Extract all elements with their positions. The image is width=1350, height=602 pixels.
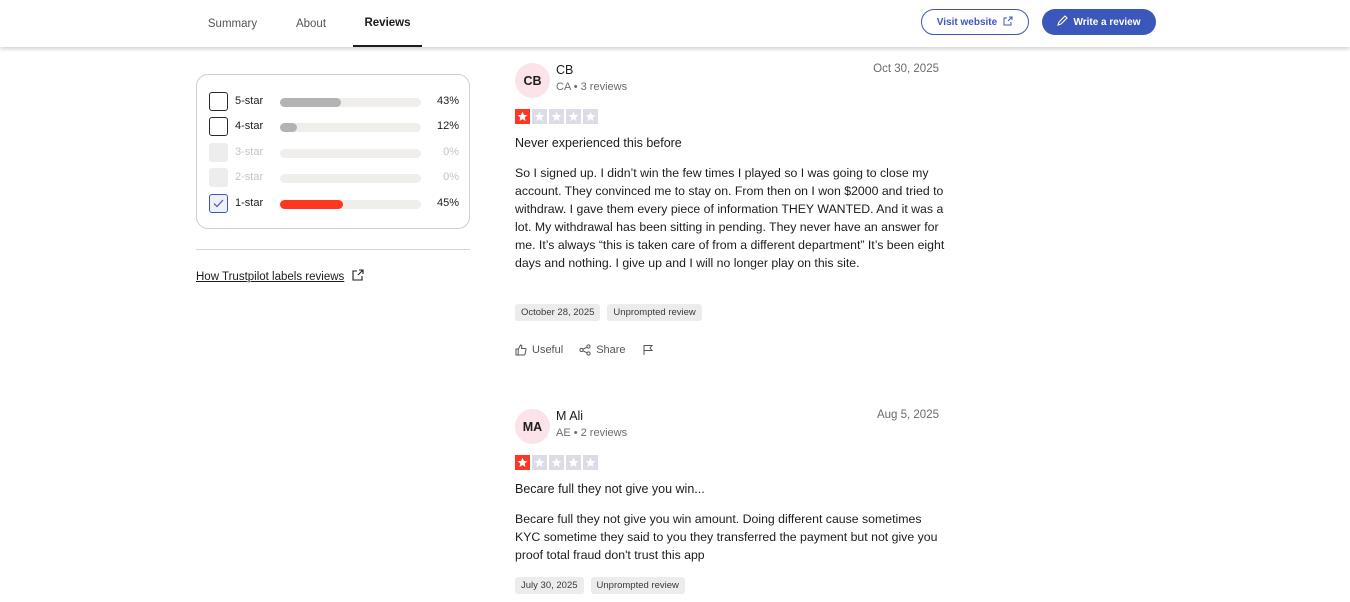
rating-bar-fill [280, 123, 297, 132]
rating-bar-track [280, 123, 421, 132]
star-rating [515, 109, 598, 124]
star-icon [566, 455, 581, 470]
rating-bar-track [280, 200, 421, 209]
checkbox-1-star[interactable] [209, 194, 228, 213]
filter-row-2-star: 2-star 0% [209, 168, 459, 188]
star-icon [583, 455, 598, 470]
review-title[interactable]: Becare full they not give you win... [515, 482, 705, 496]
write-review-button[interactable]: Write a review [1042, 9, 1156, 35]
filter-row-3-star: 3-star 0% [209, 143, 459, 163]
sidebar-divider [196, 249, 470, 250]
share-button[interactable]: Share [579, 344, 626, 356]
checkbox-2-star [209, 168, 228, 187]
star-icon [532, 455, 547, 470]
filter-row-1-star[interactable]: 1-star 45% [209, 194, 459, 214]
filter-percent: 0% [443, 171, 459, 183]
star-icon [549, 109, 564, 124]
unprompted-badge[interactable]: Unprompted review [590, 577, 685, 594]
reviewer-name[interactable]: CB [556, 63, 573, 77]
review-tags: July 30, 2025 Unprompted review [515, 577, 685, 594]
rating-bar-track [280, 174, 421, 183]
avatar[interactable]: MA [515, 409, 550, 444]
top-navigation: Summary About Reviews Visit website Writ… [0, 0, 1350, 47]
star-icon [549, 455, 564, 470]
pencil-icon [1057, 15, 1069, 29]
checkmark-icon [213, 199, 224, 208]
filter-row-5-star[interactable]: 5-star 43% [209, 92, 459, 112]
visit-website-button[interactable]: Visit website [921, 9, 1029, 35]
review-card: MA M Ali AE • 2 reviews Aug 5, 2025 Beca… [515, 409, 939, 602]
filter-label: 4-star [235, 120, 264, 132]
tab-about[interactable]: About [286, 0, 336, 47]
checkbox-3-star [209, 143, 228, 162]
report-button[interactable] [642, 344, 654, 356]
experience-date-badge: July 30, 2025 [515, 577, 584, 594]
filter-percent: 45% [436, 197, 459, 209]
rating-bar-track [280, 98, 421, 107]
reviewer-meta: CA • 3 reviews [556, 81, 628, 93]
reviewer-name[interactable]: M Ali [556, 409, 583, 423]
flag-icon [643, 345, 653, 355]
unprompted-badge[interactable]: Unprompted review [607, 304, 702, 321]
filter-label: 5-star [235, 95, 264, 107]
review-body: Becare full they not give you win amount… [515, 512, 938, 562]
checkbox-5-star[interactable] [209, 92, 228, 111]
tab-reviews[interactable]: Reviews [353, 0, 422, 47]
filter-label: 1-star [235, 197, 264, 209]
review-actions: Useful Share [515, 344, 654, 356]
star-rating [515, 455, 598, 470]
how-link-label: How Trustpilot labels reviews [196, 270, 345, 283]
avatar[interactable]: CB [515, 63, 550, 98]
review-body: So I signed up. I didn’t win the few tim… [515, 166, 945, 270]
thumbs-up-icon [515, 344, 527, 356]
external-link-icon [352, 269, 364, 284]
write-review-label: Write a review [1073, 16, 1141, 28]
experience-date-badge: October 28, 2025 [515, 304, 601, 321]
filter-label: 2-star [235, 171, 264, 183]
star-icon [566, 109, 581, 124]
useful-label: Useful [532, 344, 564, 356]
filter-label: 3-star [235, 146, 264, 158]
review-card: CB CB CA • 3 reviews Oct 30, 2025 Never … [515, 63, 944, 363]
rating-bar-track [280, 149, 421, 158]
filter-percent: 0% [443, 146, 459, 158]
review-date: Aug 5, 2025 [876, 409, 939, 421]
star-icon [515, 455, 530, 470]
rating-bar-fill [280, 98, 341, 107]
review-date: Oct 30, 2025 [873, 63, 939, 75]
review-tags: October 28, 2025 Unprompted review [515, 304, 702, 321]
review-title[interactable]: Never experienced this before [515, 136, 682, 150]
filter-percent: 12% [436, 120, 459, 132]
filter-row-4-star[interactable]: 4-star 12% [209, 117, 459, 137]
filter-percent: 43% [436, 95, 459, 107]
star-filter-panel: 5-star 43% 4-star 12% 3-star 0% 2-star 0… [196, 74, 470, 229]
how-trustpilot-labels-link[interactable]: How Trustpilot labels reviews [196, 269, 364, 284]
visit-website-label: Visit website [936, 16, 998, 28]
star-icon [532, 109, 547, 124]
star-icon [583, 109, 598, 124]
useful-button[interactable]: Useful [515, 344, 563, 356]
rating-bar-fill [280, 200, 344, 209]
tab-summary[interactable]: Summary [196, 0, 269, 47]
external-link-icon [1003, 16, 1013, 29]
checkbox-4-star[interactable] [209, 117, 228, 136]
share-icon [579, 344, 591, 356]
reviewer-meta: AE • 2 reviews [556, 427, 628, 439]
share-label: Share [596, 344, 626, 356]
star-icon [515, 109, 530, 124]
